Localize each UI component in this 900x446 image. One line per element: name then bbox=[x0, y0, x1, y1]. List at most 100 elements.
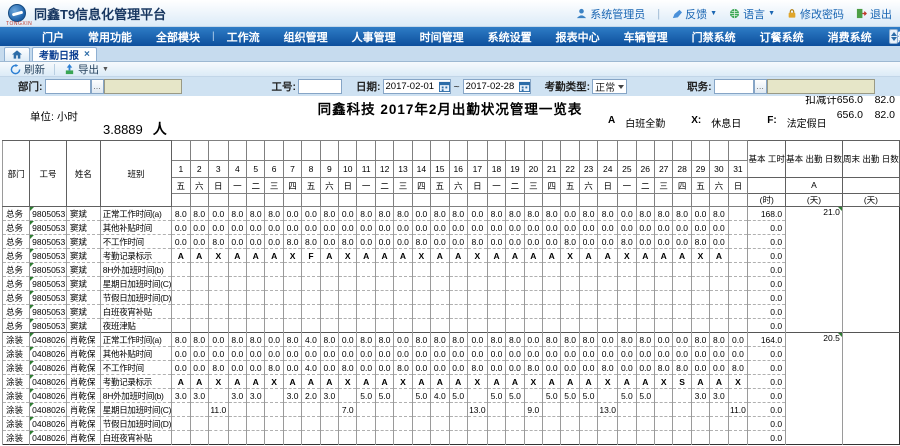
day-value-cell bbox=[375, 403, 393, 417]
menu-item[interactable]: 工作流 bbox=[215, 29, 272, 45]
table-row: 总务9805053窦斌8H外加班时间(b)0.0 bbox=[3, 263, 900, 277]
tab-bar: 考勤日报 × bbox=[0, 46, 900, 62]
menu-item[interactable]: 人事管理 bbox=[340, 29, 408, 45]
scroll-up-icon bbox=[891, 32, 897, 36]
day-value-cell: 8.0 bbox=[339, 235, 357, 249]
tab-attendance-report[interactable]: 考勤日报 × bbox=[32, 47, 97, 61]
day-value-cell bbox=[579, 431, 597, 445]
empid-cell: 0408026 bbox=[30, 375, 67, 389]
table-row: 总务9805053窦斌白班夜宵补贴0.0 bbox=[3, 305, 900, 319]
day-value-cell bbox=[467, 263, 487, 277]
day-value-cell: 0.0 bbox=[673, 235, 691, 249]
dept-cell: 涂装 bbox=[3, 389, 30, 403]
day-number-header: 8 bbox=[302, 161, 320, 178]
duty-lookup-button[interactable]: … bbox=[754, 79, 767, 94]
dept-input[interactable] bbox=[45, 79, 91, 94]
calendar-icon[interactable] bbox=[519, 81, 530, 92]
change-password-link[interactable]: 修改密码 bbox=[787, 6, 844, 22]
dept-cell: 总务 bbox=[3, 235, 30, 249]
export-button[interactable]: 导出 ▼ bbox=[57, 62, 116, 76]
current-user[interactable]: 系统管理员 bbox=[576, 6, 645, 22]
day-value-cell bbox=[710, 277, 728, 291]
tab-home[interactable] bbox=[4, 47, 30, 61]
menu-item[interactable]: 门禁系统 bbox=[680, 29, 748, 45]
language-link[interactable]: 语言 ▼ bbox=[729, 6, 775, 22]
menu-item[interactable]: 常用功能 bbox=[76, 29, 144, 45]
menu-item[interactable]: 组织管理 bbox=[272, 29, 340, 45]
day-value-cell: 0.0 bbox=[357, 347, 375, 361]
day-value-cell: 8.0 bbox=[375, 207, 393, 221]
day-value-cell bbox=[598, 389, 618, 403]
day-number-header: 7 bbox=[283, 161, 301, 178]
close-icon[interactable]: × bbox=[84, 50, 90, 60]
menu-item[interactable]: 车辆管理 bbox=[612, 29, 680, 45]
table-row: 总务9805053窦斌夜班津贴0.0 bbox=[3, 319, 900, 333]
day-value-cell bbox=[728, 277, 748, 291]
menu-item[interactable]: 门户 bbox=[30, 29, 76, 45]
dept-display-field bbox=[104, 79, 182, 94]
attendance-type-select[interactable]: 正常 bbox=[592, 79, 627, 94]
headcount: 3.8889人 bbox=[103, 119, 167, 139]
menu-item[interactable]: 时间管理 bbox=[408, 29, 476, 45]
day-value-cell: 0.0 bbox=[636, 347, 654, 361]
day-value-cell: 5.0 bbox=[618, 389, 636, 403]
day-value-cell: 3.0 bbox=[190, 389, 208, 403]
date-from-field[interactable] bbox=[383, 79, 451, 94]
day-value-cell bbox=[375, 305, 393, 319]
day-value-cell: 13.0 bbox=[598, 403, 618, 417]
day-value-cell: 0.0 bbox=[190, 221, 208, 235]
day-value-cell: 0.0 bbox=[339, 207, 357, 221]
menu-item[interactable]: 全部模块 bbox=[144, 29, 212, 45]
dept-cell: 总务 bbox=[3, 263, 30, 277]
menu-item[interactable]: 订餐系统 bbox=[748, 29, 816, 45]
day-value-cell bbox=[487, 431, 505, 445]
feedback-link[interactable]: 反馈 ▼ bbox=[672, 6, 717, 22]
calendar-icon[interactable] bbox=[439, 81, 450, 92]
type-label: 考勤类型: bbox=[545, 79, 591, 94]
day-value-cell bbox=[320, 431, 338, 445]
day-number-header: 31 bbox=[728, 161, 748, 178]
day-value-cell bbox=[449, 403, 467, 417]
menu-item[interactable]: 系统设置 bbox=[476, 29, 544, 45]
row-label-cell: 星期日加班时间(C) bbox=[100, 403, 171, 417]
menu-scroll-widget[interactable] bbox=[889, 29, 898, 44]
day-value-cell bbox=[449, 277, 467, 291]
refresh-button[interactable]: 刷新 bbox=[3, 62, 52, 76]
day-value-cell: 8.0 bbox=[691, 333, 709, 347]
dept-lookup-button[interactable]: … bbox=[91, 79, 104, 94]
menu-item[interactable]: 消费系统 bbox=[816, 29, 884, 45]
day-value-cell: 0.0 bbox=[247, 221, 265, 235]
row-label-cell: 白班夜宵补贴 bbox=[100, 431, 171, 445]
day-value-cell: 0.0 bbox=[357, 361, 375, 375]
day-value-cell: 0.0 bbox=[618, 207, 636, 221]
weekday-header: 二 bbox=[506, 178, 524, 194]
day-value-cell: 0.0 bbox=[524, 221, 542, 235]
day-value-cell: 0.0 bbox=[375, 347, 393, 361]
day-value-cell bbox=[265, 263, 283, 277]
day-unit-spacer bbox=[190, 194, 208, 207]
day-value-cell: 0.0 bbox=[543, 235, 561, 249]
filter-bar: 部门: … 工号: 日期: ~ 考勤类型: 正常 职务: … bbox=[0, 77, 900, 96]
day-value-cell: 0.0 bbox=[375, 221, 393, 235]
logout-link[interactable]: 退出 bbox=[856, 6, 892, 22]
row-label-cell: 8H外加班时间(b) bbox=[100, 263, 171, 277]
date-to-field[interactable] bbox=[463, 79, 531, 94]
day-value-cell bbox=[543, 431, 561, 445]
table-row: 涂装0408026肖乾保正常工作时间(a)8.08.00.08.08.00.08… bbox=[3, 333, 900, 347]
day-value-cell bbox=[357, 305, 375, 319]
day-value-cell: 8.0 bbox=[710, 207, 728, 221]
duty-input[interactable] bbox=[714, 79, 754, 94]
date-label: 日期: bbox=[356, 79, 381, 94]
row-label-cell: 其他补贴时间 bbox=[100, 221, 171, 235]
day-value-cell bbox=[506, 263, 524, 277]
menu-item[interactable]: 报表中心 bbox=[544, 29, 612, 45]
day-value-cell: 0.0 bbox=[265, 221, 283, 235]
attendance-mark-cell: A bbox=[506, 375, 524, 389]
day-header-spacer bbox=[431, 141, 449, 161]
day-value-cell: 5.0 bbox=[579, 389, 597, 403]
weekday-header: 四 bbox=[543, 178, 561, 194]
empid-input[interactable] bbox=[298, 79, 342, 94]
day-number-header: 3 bbox=[208, 161, 228, 178]
day-value-cell bbox=[543, 277, 561, 291]
attendance-days-cell: 20.5 bbox=[786, 333, 843, 445]
